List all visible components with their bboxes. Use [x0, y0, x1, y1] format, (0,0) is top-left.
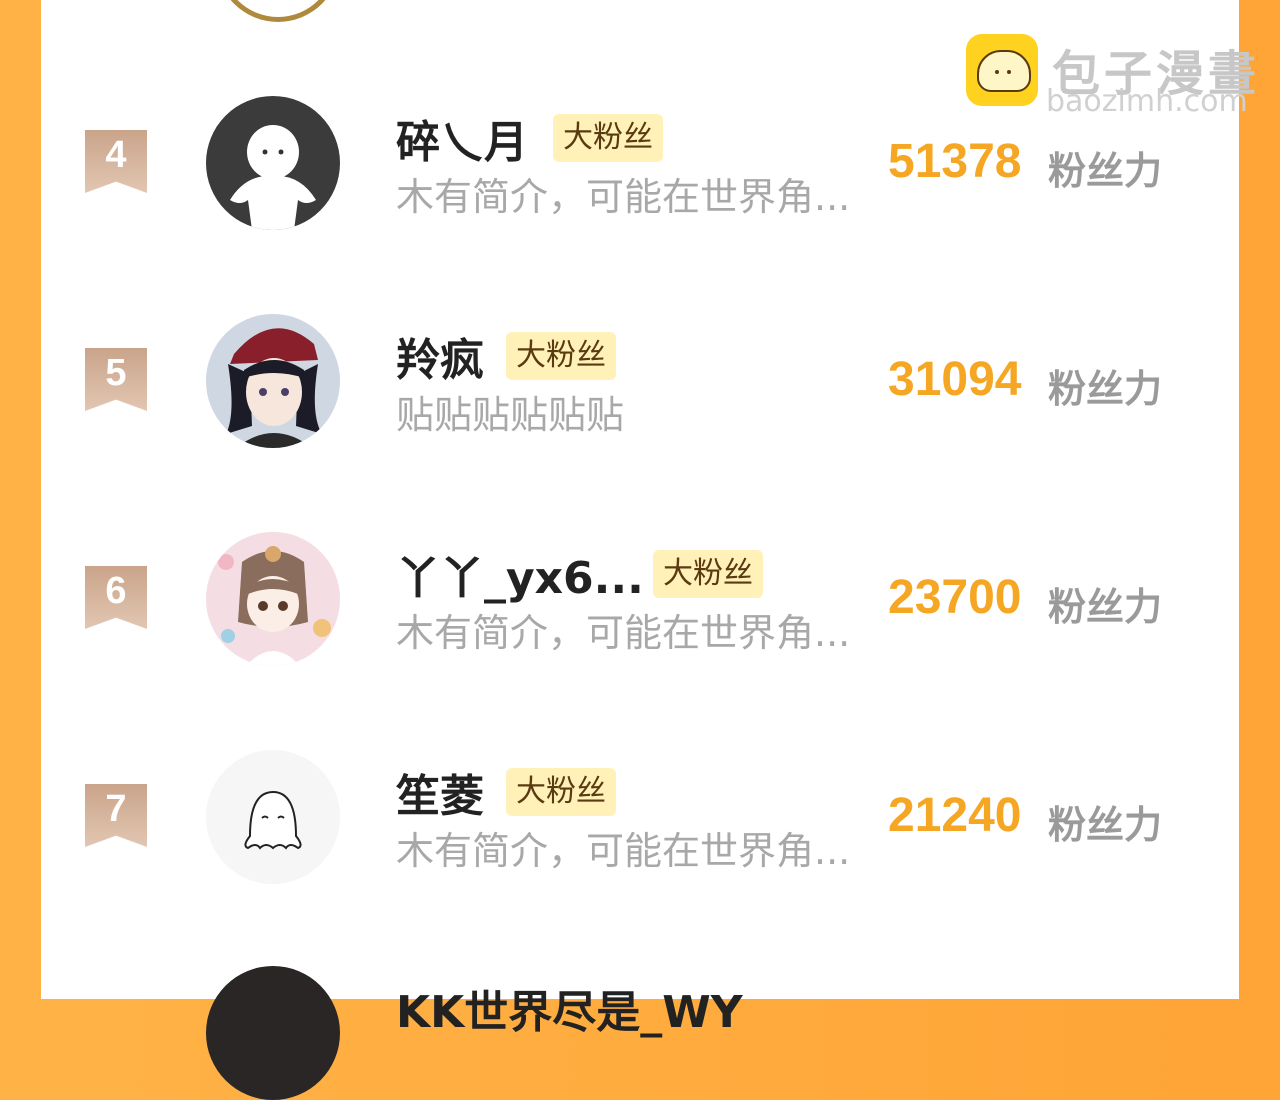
avatar[interactable]	[206, 966, 340, 1100]
rank-badge: 4	[85, 130, 147, 193]
avatar[interactable]	[206, 314, 340, 448]
user-bio: 木有简介，可能在世界角...	[396, 611, 851, 655]
rank-badge: 6	[85, 566, 147, 629]
user-name[interactable]: 丫丫_yx6...	[396, 542, 644, 606]
fan-level-badge: 大粉丝	[506, 768, 616, 816]
list-item[interactable]: 7 笙菱 大粉丝 木有简介，可能在世界角... 21240 粉丝力	[0, 748, 1280, 908]
list-item[interactable]: 5 羚疯 大粉丝 贴贴贴贴贴贴 31094 粉丝力	[0, 312, 1280, 472]
user-bio: 贴贴贴贴贴贴	[396, 393, 625, 437]
score-unit: 粉丝力	[1048, 585, 1163, 629]
fan-level-badge: 大粉丝	[653, 550, 763, 598]
score-unit: 粉丝力	[1048, 367, 1163, 411]
user-name[interactable]: KK世界尽是_WY	[396, 976, 743, 1040]
user-name[interactable]: 羚疯	[396, 324, 484, 388]
avatar[interactable]	[206, 96, 340, 230]
user-name[interactable]: 碎乀月	[396, 106, 528, 170]
fan-score: 31094	[888, 353, 1022, 406]
list-item[interactable]: 4 碎乀月 大粉丝 木有简介，可能在世界角... 51378 粉丝力	[0, 94, 1280, 254]
fan-score: 51378	[888, 135, 1022, 188]
user-name[interactable]: 笙菱	[396, 760, 484, 824]
fan-level-badge: 大粉丝	[506, 332, 616, 380]
avatar[interactable]	[206, 532, 340, 666]
user-bio: 木有简介，可能在世界角...	[396, 175, 851, 219]
score-unit: 粉丝力	[1048, 803, 1163, 847]
fan-score: 21240	[888, 789, 1022, 842]
score-unit: 粉丝力	[1048, 149, 1163, 193]
avatar[interactable]	[206, 750, 340, 884]
fan-score: 23700	[888, 571, 1022, 624]
list-item[interactable]: 6 丫丫_yx6... 大粉丝 木有简介，可能在世界角... 23700 粉丝力	[0, 530, 1280, 690]
rank-badge: 5	[85, 348, 147, 411]
fan-level-badge: 大粉丝	[553, 114, 663, 162]
rank-badge: 7	[85, 784, 147, 847]
user-bio: 木有简介，可能在世界角...	[396, 829, 851, 873]
